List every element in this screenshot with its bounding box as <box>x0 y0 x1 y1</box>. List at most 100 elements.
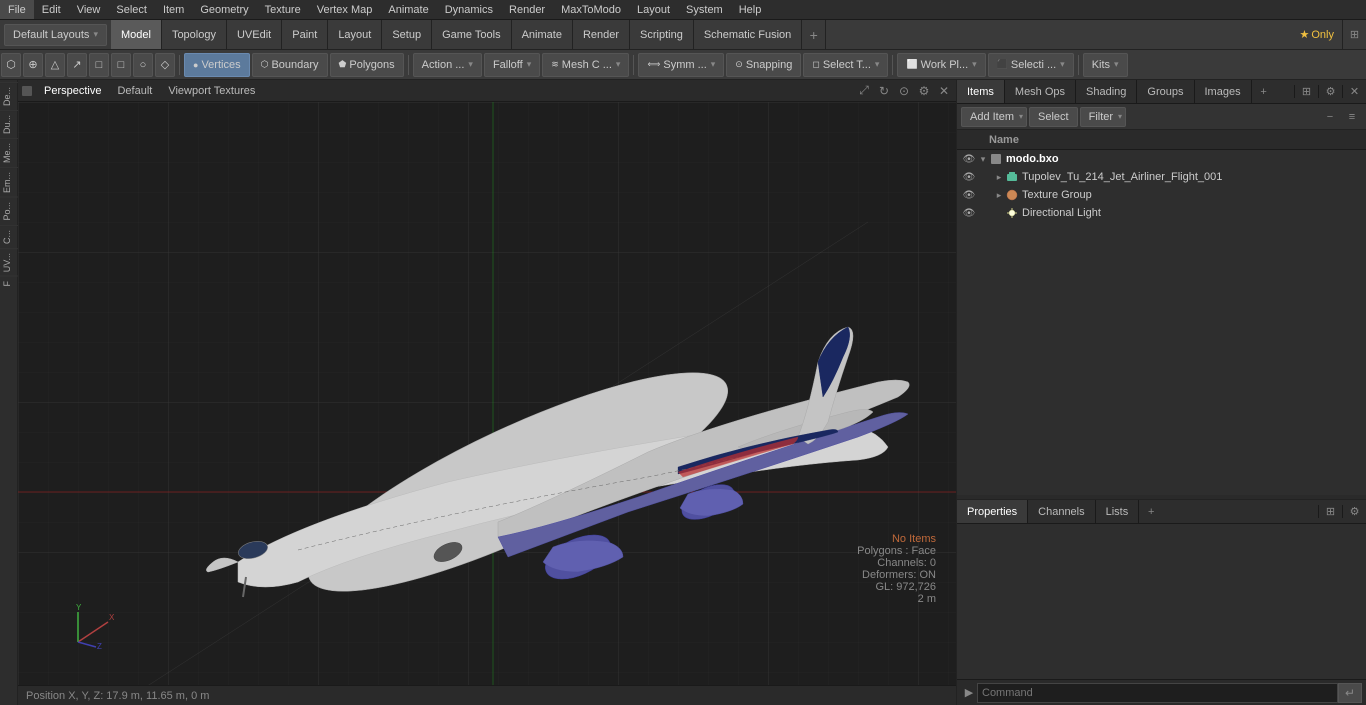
vertices-button[interactable]: ● Vertices <box>184 53 250 77</box>
menu-vertex-map[interactable]: Vertex Map <box>309 0 381 19</box>
work-pl-button[interactable]: ⬜ Work Pl... ▾ <box>897 53 985 77</box>
viewport[interactable]: No Items Polygons : Face Channels: 0 Def… <box>18 102 956 685</box>
prop-settings-icon[interactable]: ⚙ <box>1342 505 1366 518</box>
vp-icon-gear[interactable]: ⚙ <box>916 83 932 99</box>
item-expand-tupolev[interactable]: ▸ <box>993 171 1005 183</box>
sidebar-tab-5[interactable]: C... <box>0 225 18 248</box>
prop-tab-add[interactable]: + <box>1139 500 1163 523</box>
tab-animate[interactable]: Animate <box>512 20 573 49</box>
vp-icon-move[interactable]: ⤢ <box>856 83 872 99</box>
filter-button[interactable]: Filter <box>1080 107 1126 127</box>
selecti-button[interactable]: ⬛ Selecti ... ▾ <box>988 53 1074 77</box>
prop-tab-properties[interactable]: Properties <box>957 500 1028 523</box>
item-eye-texture-group[interactable]: 👁 <box>961 187 977 203</box>
snapping-button[interactable]: ⊙ Snapping <box>726 53 801 77</box>
menu-dynamics[interactable]: Dynamics <box>437 0 501 19</box>
maximize-button[interactable]: ⊞ <box>1342 20 1366 49</box>
vp-icon-search[interactable]: ⊙ <box>896 83 912 99</box>
symm-button[interactable]: ⟺ Symm ... ▾ <box>638 53 724 77</box>
viewport-label-default[interactable]: Default <box>109 85 160 97</box>
boundary-button[interactable]: ⬡ Boundary <box>252 53 328 77</box>
command-arrow[interactable]: ▶ <box>961 685 977 701</box>
items-settings-icon2[interactable]: ≡ <box>1342 107 1362 127</box>
items-minus-icon[interactable]: − <box>1320 107 1340 127</box>
menu-layout[interactable]: Layout <box>629 0 678 19</box>
items-tab-groups[interactable]: Groups <box>1137 80 1194 103</box>
viewport-indicator[interactable] <box>22 86 32 96</box>
items-tab-shading[interactable]: Shading <box>1076 80 1137 103</box>
item-row-modo-bxo[interactable]: 👁 ▾ modo.bxo <box>957 150 1366 168</box>
mode-btn-sq1[interactable]: □ <box>89 53 109 77</box>
mode-btn-arrow[interactable]: ↗ <box>67 53 87 77</box>
menu-texture[interactable]: Texture <box>257 0 309 19</box>
item-expand-modo-bxo[interactable]: ▾ <box>977 153 989 165</box>
item-eye-modo-bxo[interactable]: 👁 <box>961 151 977 167</box>
prop-tab-channels[interactable]: Channels <box>1028 500 1095 523</box>
star-only-filter[interactable]: ★ Only <box>1292 28 1343 41</box>
sidebar-tab-6[interactable]: UV... <box>0 248 18 276</box>
falloff-button[interactable]: Falloff ▾ <box>484 53 540 77</box>
tab-schematic-fusion[interactable]: Schematic Fusion <box>694 20 802 49</box>
menu-render[interactable]: Render <box>501 0 553 19</box>
sidebar-tab-1[interactable]: Du... <box>0 110 18 138</box>
menu-file[interactable]: File <box>0 0 34 19</box>
item-eye-dir-light[interactable]: 👁 <box>961 205 977 221</box>
sidebar-tab-2[interactable]: Me... <box>0 138 18 167</box>
items-tab-items[interactable]: Items <box>957 80 1005 103</box>
item-row-texture-group[interactable]: 👁 ▸ Texture Group <box>957 186 1366 204</box>
mode-btn-hex[interactable]: ⬡ <box>1 53 21 77</box>
sidebar-tab-0[interactable]: De... <box>0 82 18 110</box>
menu-maxtomodo[interactable]: MaxToModo <box>553 0 629 19</box>
kits-button[interactable]: Kits ▾ <box>1083 53 1128 77</box>
menu-animate[interactable]: Animate <box>380 0 436 19</box>
mode-btn-tri[interactable]: △ <box>45 53 65 77</box>
menu-select[interactable]: Select <box>108 0 155 19</box>
mode-btn-diamond[interactable]: ◇ <box>155 53 175 77</box>
items-close-icon[interactable]: ✕ <box>1342 85 1366 98</box>
items-tab-mesh-ops[interactable]: Mesh Ops <box>1005 80 1076 103</box>
layout-dropdown[interactable]: Default Layouts ▾ <box>4 24 107 46</box>
mode-btn-circ[interactable]: ○ <box>133 53 153 77</box>
command-go-button[interactable]: ↵ <box>1338 683 1362 703</box>
tab-topology[interactable]: Topology <box>162 20 227 49</box>
tab-setup[interactable]: Setup <box>382 20 432 49</box>
items-tab-add[interactable]: + <box>1252 80 1276 103</box>
items-tab-images[interactable]: Images <box>1195 80 1252 103</box>
menu-geometry[interactable]: Geometry <box>192 0 256 19</box>
polygons-button[interactable]: ⬟ Polygons <box>330 53 404 77</box>
menu-help[interactable]: Help <box>731 0 770 19</box>
sidebar-tab-4[interactable]: Po... <box>0 197 18 225</box>
add-item-button[interactable]: Add Item <box>961 107 1027 127</box>
select-t-button[interactable]: ◻ Select T... ▾ <box>803 53 888 77</box>
tab-layout[interactable]: Layout <box>328 20 382 49</box>
menu-item[interactable]: Item <box>155 0 192 19</box>
viewport-label-textures[interactable]: Viewport Textures <box>160 85 263 97</box>
tab-model[interactable]: Model <box>111 20 162 49</box>
menu-view[interactable]: View <box>69 0 109 19</box>
command-input[interactable] <box>977 683 1338 703</box>
tab-game-tools[interactable]: Game Tools <box>432 20 512 49</box>
item-eye-tupolev[interactable]: 👁 <box>961 169 977 185</box>
prop-expand-icon[interactable]: ⊞ <box>1318 505 1342 518</box>
mode-btn-sq2[interactable]: □ <box>111 53 131 77</box>
mesh-c-button[interactable]: ≋ Mesh C ... ▾ <box>542 53 629 77</box>
action-button[interactable]: Action ... ▾ <box>413 53 482 77</box>
menu-system[interactable]: System <box>678 0 731 19</box>
items-expand-icon[interactable]: ⊞ <box>1294 85 1318 98</box>
prop-tab-lists[interactable]: Lists <box>1096 500 1140 523</box>
item-expand-texture-group[interactable]: ▸ <box>993 189 1005 201</box>
items-settings-icon[interactable]: ⚙ <box>1318 85 1342 98</box>
tab-render[interactable]: Render <box>573 20 630 49</box>
viewport-label-perspective[interactable]: Perspective <box>36 85 109 97</box>
tab-add-button[interactable]: + <box>802 20 826 49</box>
sidebar-tab-7[interactable]: F <box>0 276 18 291</box>
tab-scripting[interactable]: Scripting <box>630 20 694 49</box>
vp-icon-close[interactable]: ✕ <box>936 83 952 99</box>
item-row-dir-light[interactable]: 👁 Directional Light <box>957 204 1366 222</box>
tab-paint[interactable]: Paint <box>282 20 328 49</box>
mode-btn-crosshair[interactable]: ⊕ <box>23 53 43 77</box>
item-row-tupolev[interactable]: 👁 ▸ Tupolev_Tu_214_Jet_Airliner_Flight_0… <box>957 168 1366 186</box>
select-button[interactable]: Select <box>1029 107 1078 127</box>
item-expand-dir-light[interactable] <box>993 207 1005 219</box>
vp-icon-refresh[interactable]: ↻ <box>876 83 892 99</box>
